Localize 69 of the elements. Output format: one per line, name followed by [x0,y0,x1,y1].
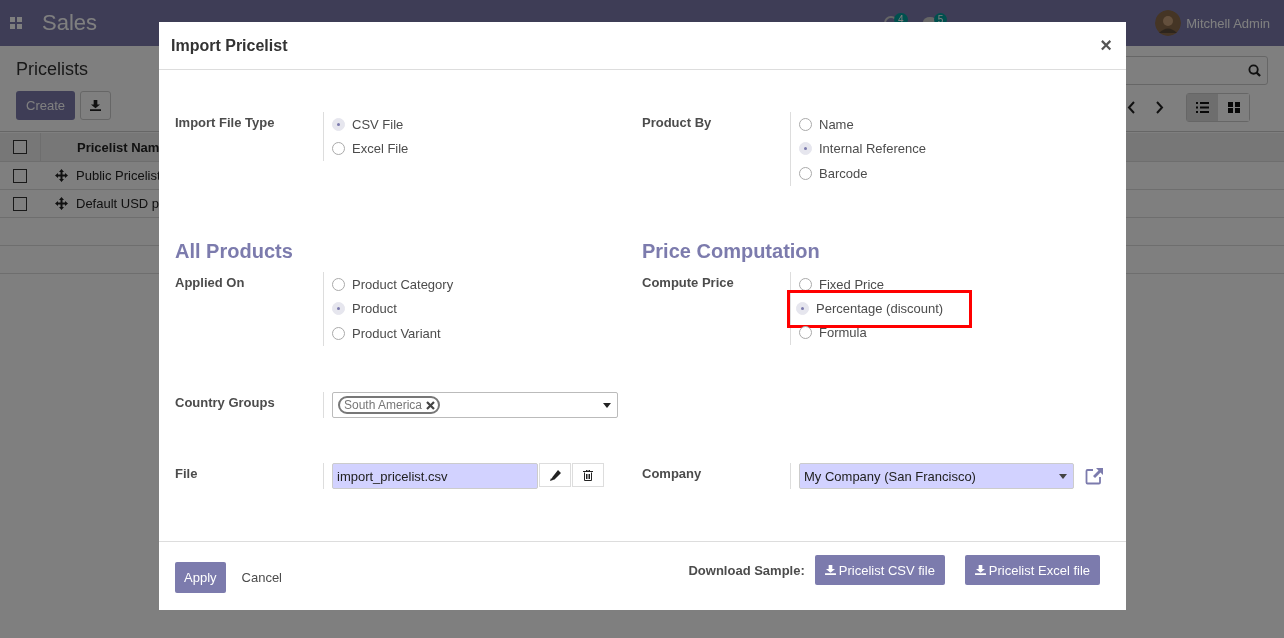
field-label: Company [642,465,703,483]
option-label[interactable]: Fixed Price [819,276,885,292]
tag-label: South America [344,398,423,412]
field-label: Compute Price [642,274,735,292]
option-label[interactable]: Product [352,301,397,317]
field-label: Country Groups [175,394,276,412]
option-label[interactable]: Percentage (discount) [816,301,944,316]
field-label: File [175,465,199,483]
radio-button[interactable] [332,142,345,156]
caret-icon[interactable] [603,402,611,408]
close-button[interactable]: × [1098,34,1114,57]
list-icon [1196,102,1209,113]
download-icon [90,100,102,111]
previous-icon[interactable] [1127,101,1136,114]
next-icon[interactable] [1155,101,1164,114]
option-label[interactable]: Product Variant [352,325,441,341]
field-label: Import File Type [175,114,276,132]
search-icon[interactable] [1248,64,1261,77]
remove-icon[interactable] [426,400,436,410]
section-heading: All Products [175,240,294,264]
trash-icon [583,469,593,481]
caret-icon [1059,473,1067,479]
radio-option[interactable]: Formula [799,320,970,345]
option-label[interactable]: Barcode [819,165,868,181]
radio-button[interactable] [332,277,345,291]
apps-grid-icon[interactable] [10,17,22,29]
file-name-field[interactable]: import_pricelist.csv [332,463,538,489]
grid-icon [1227,102,1240,113]
download-icon [824,565,836,575]
dialog-title: Import Pricelist [171,36,288,55]
checkbox[interactable] [13,140,27,154]
column-header[interactable]: Pricelist Nam [77,139,160,155]
option-label[interactable]: Product Category [352,276,454,292]
list-view-button[interactable] [1187,94,1218,121]
option-label[interactable]: Formula [819,325,867,341]
drag-handle-icon[interactable] [54,197,68,210]
radio-button[interactable] [799,326,812,340]
drag-handle-icon[interactable] [54,169,68,182]
option-label[interactable]: Internal Reference [819,141,926,157]
radio-button[interactable] [332,326,345,340]
option-label[interactable]: CSV File [352,116,404,132]
field-label: Product By [642,114,713,132]
external-link-icon[interactable] [1085,467,1104,485]
radio-button[interactable] [799,117,812,131]
field-label: Applied On [175,274,246,292]
radio-button[interactable] [799,166,812,180]
section-heading: Price Computation [642,240,821,264]
download-sample-button[interactable]: Pricelist Excel file [964,555,1100,585]
option-label[interactable]: Name [819,116,854,132]
edit-button[interactable] [539,463,571,487]
pencil-icon [549,469,561,481]
cancel-button[interactable]: Cancel [231,569,292,585]
table-cell: Public Pricelist [76,168,161,183]
company-select[interactable]: My Company (San Francisco) [799,463,1074,489]
tags-field[interactable]: South America [332,392,618,418]
checkbox[interactable] [13,196,27,211]
option-label[interactable]: Excel File [352,141,409,157]
delete-button[interactable] [572,463,604,487]
table-cell: Default USD p [76,196,160,211]
page-title: Pricelists [16,59,89,80]
radio-option[interactable]: Fixed Price [799,272,970,297]
download-label: Download Sample: [688,562,805,578]
radio-button[interactable] [799,277,812,291]
download-sample-button[interactable]: Pricelist CSV file [814,555,945,585]
download-icon [974,565,986,575]
checkbox[interactable] [13,168,27,183]
apply-button[interactable]: Apply [175,561,226,593]
app-title: Sales [42,10,99,36]
download-button[interactable] [80,91,112,120]
